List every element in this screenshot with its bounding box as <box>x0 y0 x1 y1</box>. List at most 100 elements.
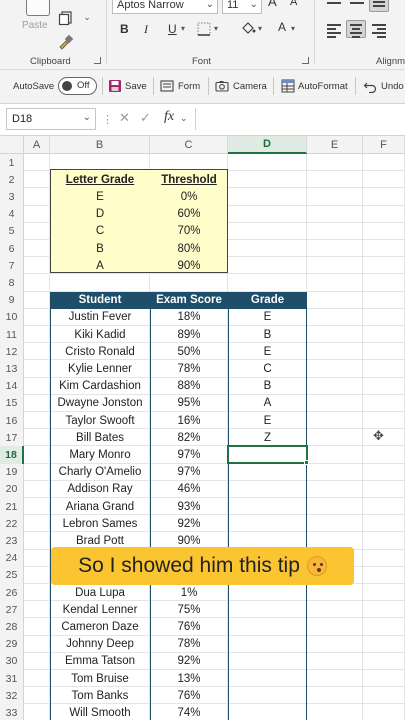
grade-cell[interactable]: A <box>228 395 307 412</box>
grade-cell[interactable]: C <box>228 360 307 377</box>
column-header-e[interactable]: E <box>307 136 363 154</box>
exam-score-cell[interactable]: 46% <box>150 481 228 498</box>
borders-dropdown-icon[interactable]: ▾ <box>214 24 218 33</box>
active-cell[interactable] <box>227 445 308 464</box>
grade-cell[interactable] <box>228 498 307 515</box>
align-center-icon[interactable] <box>346 20 366 38</box>
row-header[interactable]: 32 <box>0 687 24 705</box>
exam-score-cell[interactable]: 13% <box>150 670 228 687</box>
paste-icon[interactable] <box>26 0 50 16</box>
student-name-cell[interactable]: Tom Banks <box>50 687 150 704</box>
grade-cell[interactable] <box>228 687 307 704</box>
camera-button[interactable]: Camera <box>233 81 267 92</box>
row-header[interactable]: 15 <box>0 394 24 412</box>
threshold-cell[interactable]: 0% <box>150 188 228 205</box>
align-left-icon[interactable] <box>325 22 345 40</box>
row-header[interactable]: 2 <box>0 171 24 189</box>
row-header[interactable]: 9 <box>0 291 24 309</box>
exam-score-cell[interactable]: 82% <box>150 429 228 446</box>
row-header[interactable]: 3 <box>0 188 24 206</box>
threshold-cell[interactable]: 70% <box>150 223 228 240</box>
threshold-cell[interactable]: 60% <box>150 206 228 223</box>
undo-button[interactable]: Undo <box>381 81 404 92</box>
row-header[interactable]: 31 <box>0 670 24 688</box>
cancel-icon[interactable]: ✕ <box>119 110 130 126</box>
row-header[interactable]: 29 <box>0 635 24 653</box>
font-size-select[interactable]: 11 ⌄ <box>222 0 262 14</box>
row-header[interactable]: 18 <box>0 446 24 464</box>
exam-score-cell[interactable]: 78% <box>150 360 228 377</box>
student-name-cell[interactable]: Kylie Lenner <box>50 360 150 377</box>
student-name-cell[interactable]: Ariana Grand <box>50 498 150 515</box>
grade-cell[interactable] <box>228 704 307 720</box>
bold-button[interactable]: B <box>120 22 129 36</box>
column-header-d[interactable]: D <box>228 136 307 154</box>
row-header[interactable]: 26 <box>0 584 24 602</box>
formula-expand-chevron-icon[interactable]: ⌄ <box>180 113 188 124</box>
row-header[interactable]: 23 <box>0 532 24 550</box>
camera-icon[interactable] <box>215 79 229 93</box>
grade-cell[interactable] <box>228 584 307 601</box>
align-middle-icon[interactable] <box>348 0 368 12</box>
column-header-f[interactable]: F <box>363 136 405 154</box>
font-color-dropdown-icon[interactable]: ▾ <box>291 24 295 33</box>
grade-cell[interactable] <box>228 601 307 618</box>
row-header[interactable]: 14 <box>0 377 24 395</box>
row-header[interactable]: 12 <box>0 343 24 361</box>
row-header[interactable]: 13 <box>0 360 24 378</box>
row-header[interactable]: 6 <box>0 240 24 258</box>
row-header[interactable]: 16 <box>0 412 24 430</box>
autoformat-icon[interactable] <box>281 79 295 93</box>
grade-cell[interactable] <box>228 636 307 653</box>
student-name-cell[interactable]: Mary Monro <box>50 446 150 463</box>
exam-score-cell[interactable]: 76% <box>150 618 228 635</box>
select-all-corner[interactable] <box>0 136 24 154</box>
more-options-icon[interactable]: ⋮ <box>102 113 113 126</box>
row-header[interactable]: 30 <box>0 652 24 670</box>
threshold-cell[interactable]: 80% <box>150 240 228 257</box>
exam-score-cell[interactable]: 93% <box>150 498 228 515</box>
student-name-cell[interactable]: Justin Fever <box>50 309 150 326</box>
paste-button-label[interactable]: Paste <box>22 20 48 31</box>
underline-button[interactable]: U <box>168 22 177 36</box>
letter-grade-cell[interactable]: E <box>50 188 150 205</box>
save-icon[interactable] <box>108 79 122 93</box>
row-header[interactable]: 25 <box>0 566 24 584</box>
increase-font-button[interactable]: A <box>268 0 277 9</box>
copy-icon[interactable] <box>58 10 74 26</box>
copy-dropdown-chevron-icon[interactable]: ⌄ <box>82 12 92 22</box>
letter-grade-cell[interactable]: A <box>50 257 150 274</box>
grade-cell[interactable] <box>228 670 307 687</box>
grade-cell[interactable]: E <box>228 343 307 360</box>
exam-score-cell[interactable]: 97% <box>150 446 228 463</box>
row-header[interactable]: 8 <box>0 274 24 292</box>
row-header[interactable]: 28 <box>0 618 24 636</box>
row-header[interactable]: 1 <box>0 154 24 172</box>
fill-handle[interactable] <box>304 459 309 465</box>
student-name-cell[interactable]: Cristo Ronald <box>50 343 150 360</box>
save-button[interactable]: Save <box>125 81 147 92</box>
row-header[interactable]: 33 <box>0 704 24 720</box>
insert-function-button[interactable]: fx <box>164 109 174 125</box>
row-header[interactable]: 10 <box>0 308 24 326</box>
exam-score-cell[interactable]: 1% <box>150 584 228 601</box>
column-header-b[interactable]: B <box>50 136 150 154</box>
exam-score-cell[interactable]: 78% <box>150 636 228 653</box>
exam-score-cell[interactable]: 97% <box>150 464 228 481</box>
font-name-select[interactable]: Aptos Narrow ⌄ <box>112 0 218 14</box>
row-header[interactable]: 7 <box>0 257 24 275</box>
align-bottom-icon[interactable] <box>369 0 389 12</box>
letter-grade-cell[interactable]: C <box>50 223 150 240</box>
undo-icon[interactable] <box>363 79 377 94</box>
letter-grade-cell[interactable]: D <box>50 206 150 223</box>
student-name-cell[interactable]: Addison Ray <box>50 481 150 498</box>
letter-grade-cell[interactable]: B <box>50 240 150 257</box>
student-name-cell[interactable]: Will Smooth <box>50 704 150 720</box>
grade-cell[interactable]: B <box>228 326 307 343</box>
decrease-font-button[interactable]: A <box>290 0 297 8</box>
student-name-cell[interactable]: Dua Lupa <box>50 584 150 601</box>
grade-cell[interactable] <box>228 464 307 481</box>
exam-score-cell[interactable]: 16% <box>150 412 228 429</box>
exam-score-cell[interactable]: 50% <box>150 343 228 360</box>
column-header-c[interactable]: C <box>150 136 228 154</box>
